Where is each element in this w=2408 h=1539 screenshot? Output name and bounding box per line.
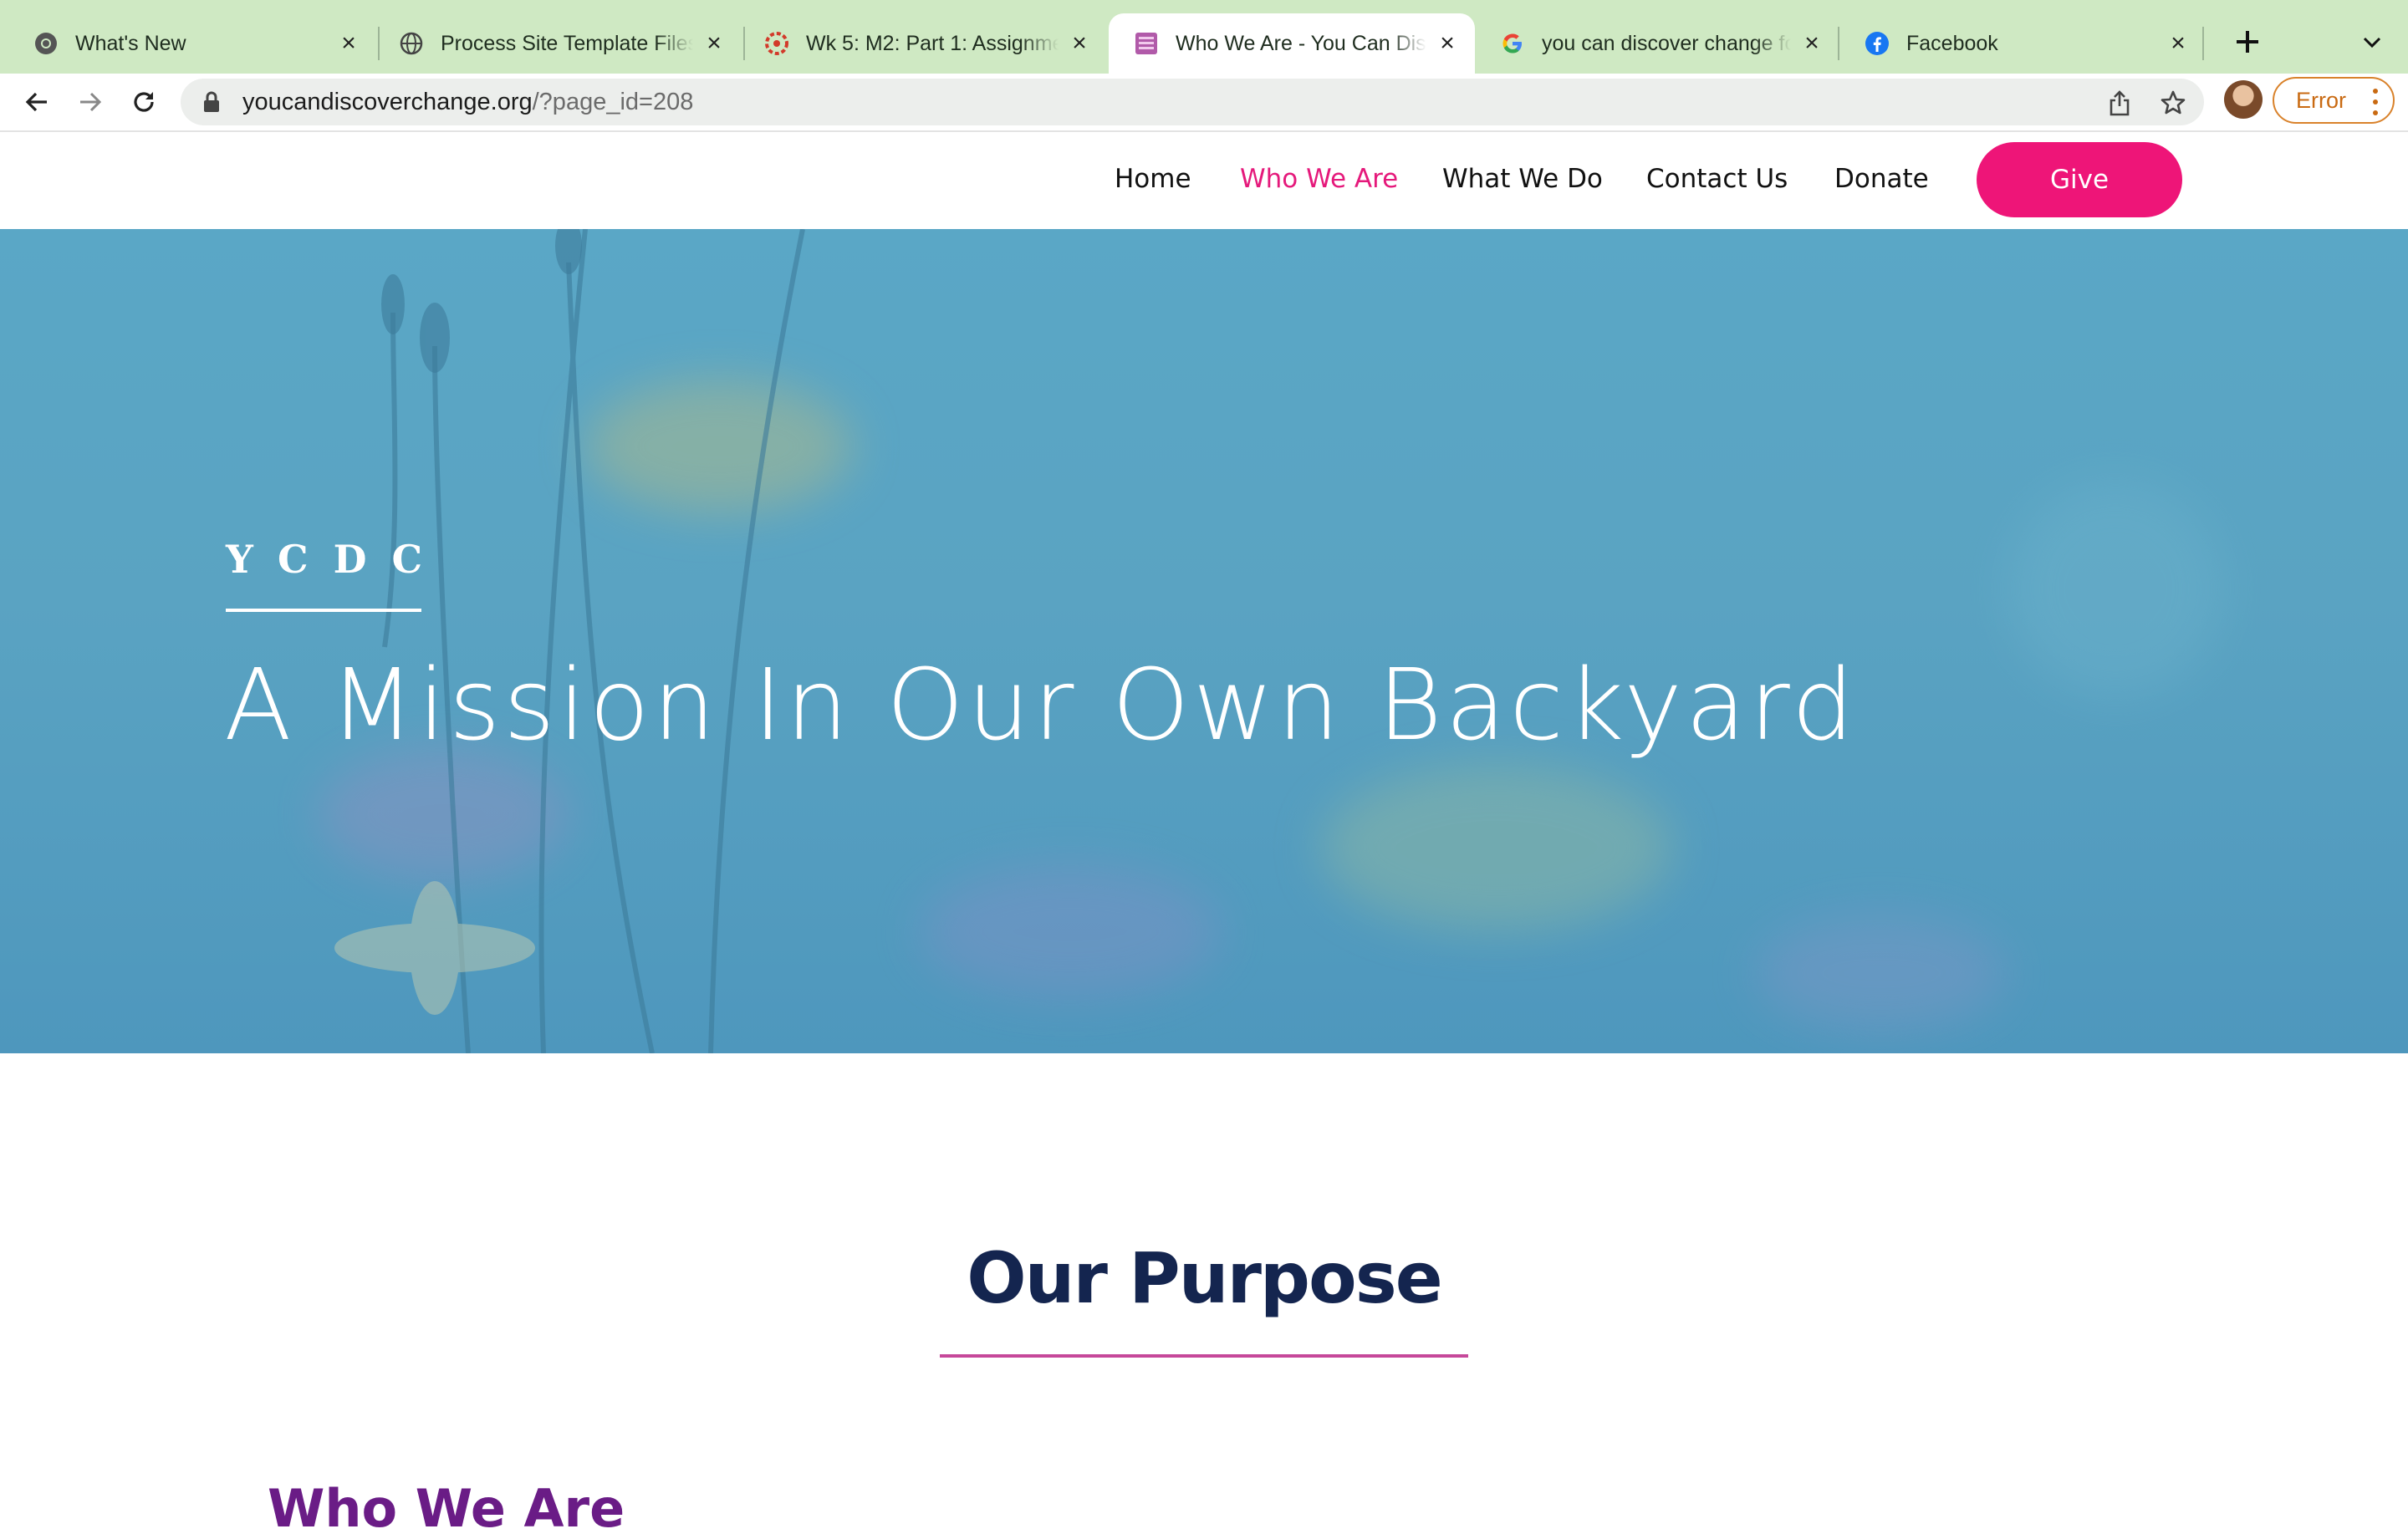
back-button[interactable]	[17, 82, 57, 122]
close-icon[interactable]: ×	[1435, 29, 1460, 57]
tab-title: Wk 5: M2: Part 1: Assignment	[806, 31, 1059, 55]
section-title: Our Purpose	[967, 1237, 1442, 1319]
section-title-underline	[940, 1354, 1468, 1358]
tab-process-site[interactable]: Process Site Template Files ×	[374, 13, 742, 74]
google-icon	[1500, 31, 1525, 56]
nav-who-we-are[interactable]: Who We Are	[1240, 164, 1398, 194]
url-host: youcandiscoverchange.org	[242, 88, 533, 115]
facebook-icon	[1865, 31, 1890, 56]
hero-eyebrow-underline	[226, 609, 421, 612]
tab-divider	[2202, 27, 2204, 60]
error-label: Error	[2296, 87, 2346, 113]
tab-title: Process Site Template Files	[441, 31, 693, 55]
browser-toolbar: youcandiscoverchange.org/?page_id=208	[0, 74, 2408, 132]
nav-what-we-do[interactable]: What We Do	[1442, 164, 1603, 194]
nav-contact-us[interactable]: Contact Us	[1646, 164, 1788, 194]
hero-flower-stems	[334, 229, 805, 1053]
address-bar[interactable]: youcandiscoverchange.org/?page_id=208	[181, 79, 2204, 125]
canvas-icon	[764, 31, 789, 56]
kebab-menu-icon	[2373, 89, 2378, 115]
hero-title: A Mission In Our Own Backyard	[224, 647, 1858, 762]
tab-search-button[interactable]	[2351, 22, 2393, 64]
url-path: /?page_id=208	[532, 88, 694, 115]
nav-home[interactable]: Home	[1115, 164, 1191, 194]
tab-google-search[interactable]: you can discover change for ×	[1475, 13, 1839, 74]
arrow-right-icon	[80, 92, 102, 112]
hero-eyebrow: YCDC	[226, 537, 448, 582]
plus-icon	[2237, 31, 2258, 53]
new-tab-button[interactable]	[2224, 18, 2271, 65]
tab-facebook[interactable]: Facebook ×	[1839, 13, 2206, 74]
hero-banner: YCDC A Mission In Our Own Backyard	[0, 229, 2408, 1053]
tab-title: Who We Are - You Can Discover Change	[1176, 31, 1426, 55]
nav-donate[interactable]: Donate	[1834, 164, 1929, 194]
close-icon[interactable]: ×	[1799, 29, 1824, 57]
forward-button[interactable]	[70, 82, 110, 122]
close-icon[interactable]: ×	[1067, 29, 1092, 57]
arrow-left-icon	[25, 92, 47, 112]
tab-who-we-are[interactable]: Who We Are - You Can Discover Change ×	[1109, 13, 1475, 74]
chevron-down-icon	[2363, 37, 2381, 48]
globe-icon	[399, 31, 424, 56]
site-icon	[1134, 31, 1159, 56]
lock-icon[interactable]	[202, 90, 221, 114]
close-icon[interactable]: ×	[2166, 29, 2191, 57]
browser-tabstrip: What's New × Process Site Template Files…	[0, 0, 2408, 74]
tab-title: What's New	[75, 31, 186, 55]
tab-whats-new[interactable]: What's New ×	[8, 13, 376, 74]
profile-error-button[interactable]: Error	[2273, 77, 2395, 124]
share-icon[interactable]	[2105, 89, 2134, 117]
give-button[interactable]: Give	[1977, 142, 2182, 217]
subhead-who-we-are: Who We Are	[268, 1478, 625, 1539]
site-header: Home Who We Are What We Do Contact Us Do…	[0, 132, 2408, 229]
tab-title: Facebook	[1906, 31, 1998, 55]
close-icon[interactable]: ×	[336, 29, 361, 57]
reload-icon	[134, 92, 154, 112]
bookmark-star-icon[interactable]	[2159, 89, 2187, 117]
reload-button[interactable]	[124, 82, 164, 122]
close-icon[interactable]: ×	[701, 29, 727, 57]
chrome-icon	[33, 31, 59, 56]
tab-assignment[interactable]: Wk 5: M2: Part 1: Assignment ×	[739, 13, 1107, 74]
tab-title: you can discover change for	[1542, 31, 1791, 55]
profile-avatar[interactable]	[2224, 80, 2263, 119]
